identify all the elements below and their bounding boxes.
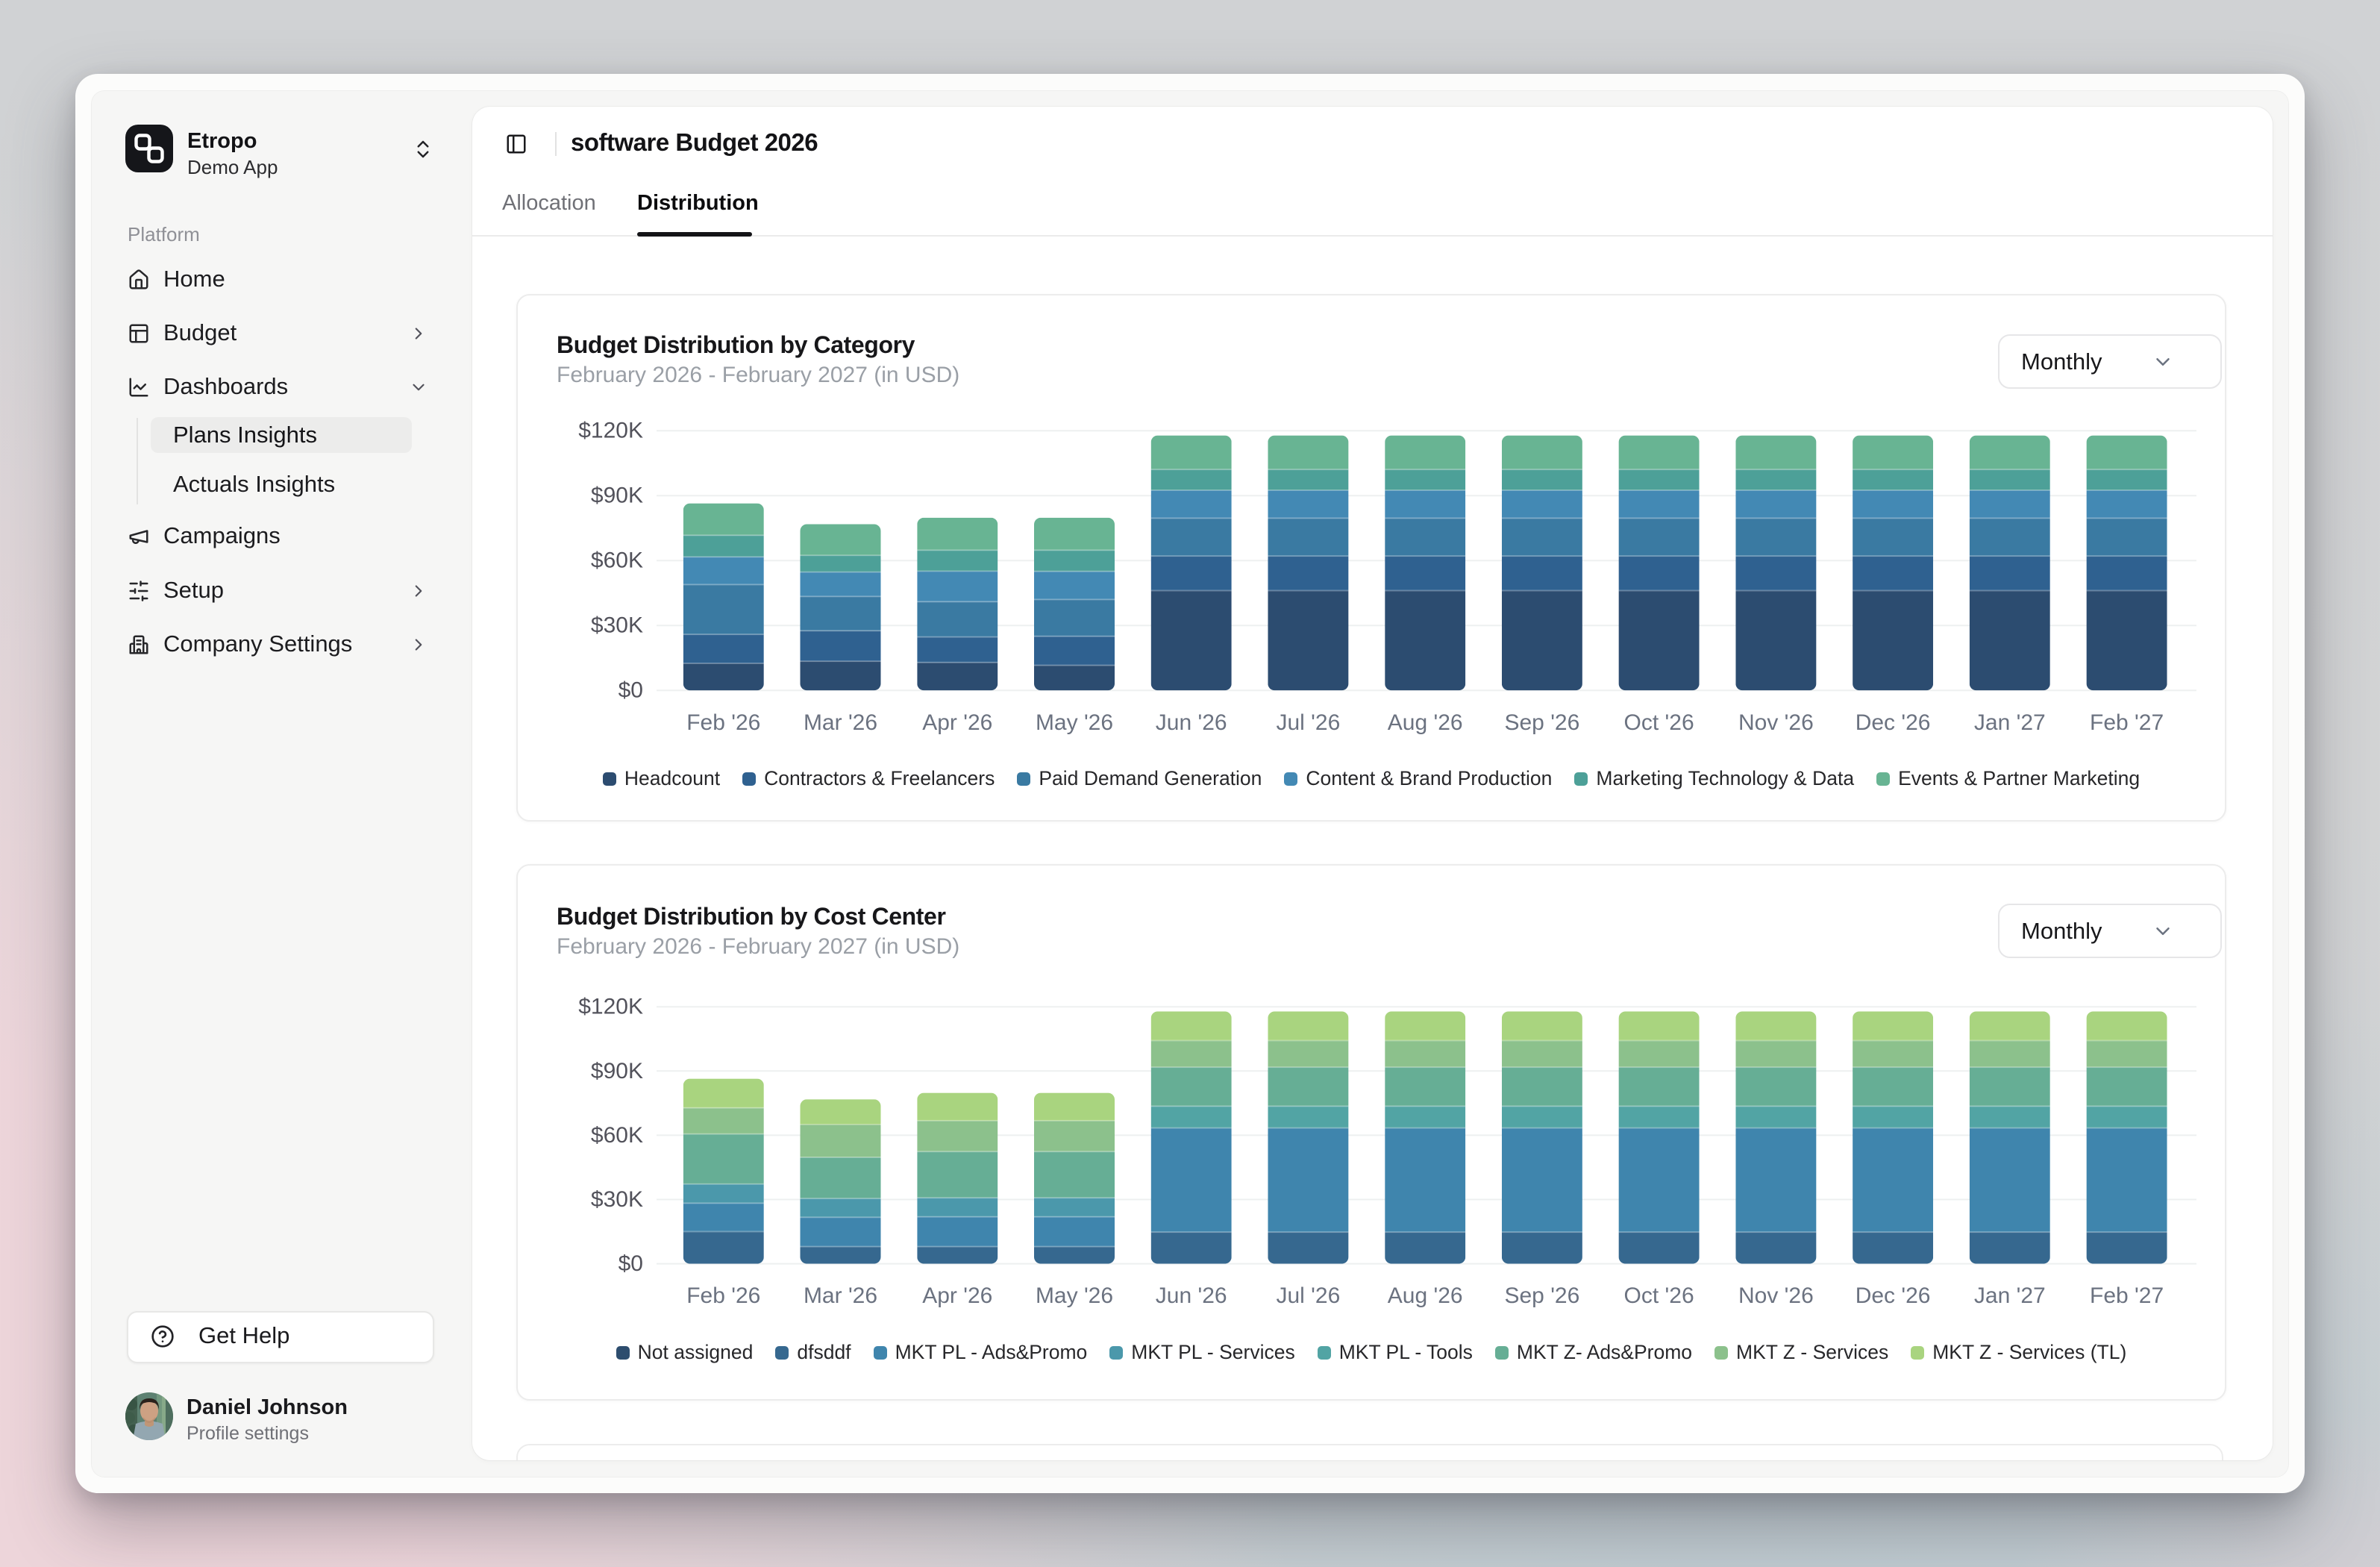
- svg-text:Feb '27: Feb '27: [2090, 1283, 2164, 1308]
- svg-text:$90K: $90K: [591, 484, 643, 508]
- svg-text:Aug '26: Aug '26: [1388, 710, 1463, 735]
- svg-text:Jul '26: Jul '26: [1277, 1283, 1341, 1308]
- svg-text:Feb '27: Feb '27: [2090, 710, 2164, 735]
- svg-text:Aug '26: Aug '26: [1388, 1283, 1463, 1308]
- svg-text:Nov '26: Nov '26: [1738, 710, 1814, 735]
- svg-text:Dec '26: Dec '26: [1856, 1283, 1931, 1308]
- svg-text:$30K: $30K: [591, 1187, 643, 1212]
- svg-text:Apr '26: Apr '26: [922, 710, 992, 735]
- svg-text:$30K: $30K: [591, 613, 643, 638]
- svg-text:May '26: May '26: [1036, 1283, 1113, 1308]
- svg-text:Apr '26: Apr '26: [922, 1283, 992, 1308]
- svg-text:Jan '27: Jan '27: [1974, 1283, 2046, 1308]
- svg-text:$0: $0: [619, 678, 643, 703]
- svg-text:Oct '26: Oct '26: [1624, 710, 1694, 735]
- svg-text:Sep '26: Sep '26: [1504, 710, 1579, 735]
- svg-text:Sep '26: Sep '26: [1504, 1283, 1579, 1308]
- svg-text:Mar '26: Mar '26: [804, 1283, 877, 1308]
- svg-text:Feb '26: Feb '26: [686, 710, 760, 735]
- svg-text:$60K: $60K: [591, 548, 643, 573]
- svg-text:Nov '26: Nov '26: [1738, 1283, 1814, 1308]
- svg-text:Jun '26: Jun '26: [1156, 710, 1227, 735]
- svg-text:Jun '26: Jun '26: [1156, 1283, 1227, 1308]
- svg-text:Jul '26: Jul '26: [1277, 710, 1341, 735]
- svg-text:May '26: May '26: [1036, 710, 1113, 735]
- svg-text:$120K: $120K: [578, 995, 643, 1019]
- svg-text:$120K: $120K: [578, 419, 643, 443]
- svg-text:Dec '26: Dec '26: [1856, 710, 1931, 735]
- svg-text:Jan '27: Jan '27: [1974, 710, 2046, 735]
- svg-text:$60K: $60K: [591, 1123, 643, 1148]
- svg-text:Oct '26: Oct '26: [1624, 1283, 1694, 1308]
- svg-text:$0: $0: [619, 1251, 643, 1276]
- svg-text:$90K: $90K: [591, 1059, 643, 1083]
- svg-text:Mar '26: Mar '26: [804, 710, 877, 735]
- svg-text:Feb '26: Feb '26: [686, 1283, 760, 1308]
